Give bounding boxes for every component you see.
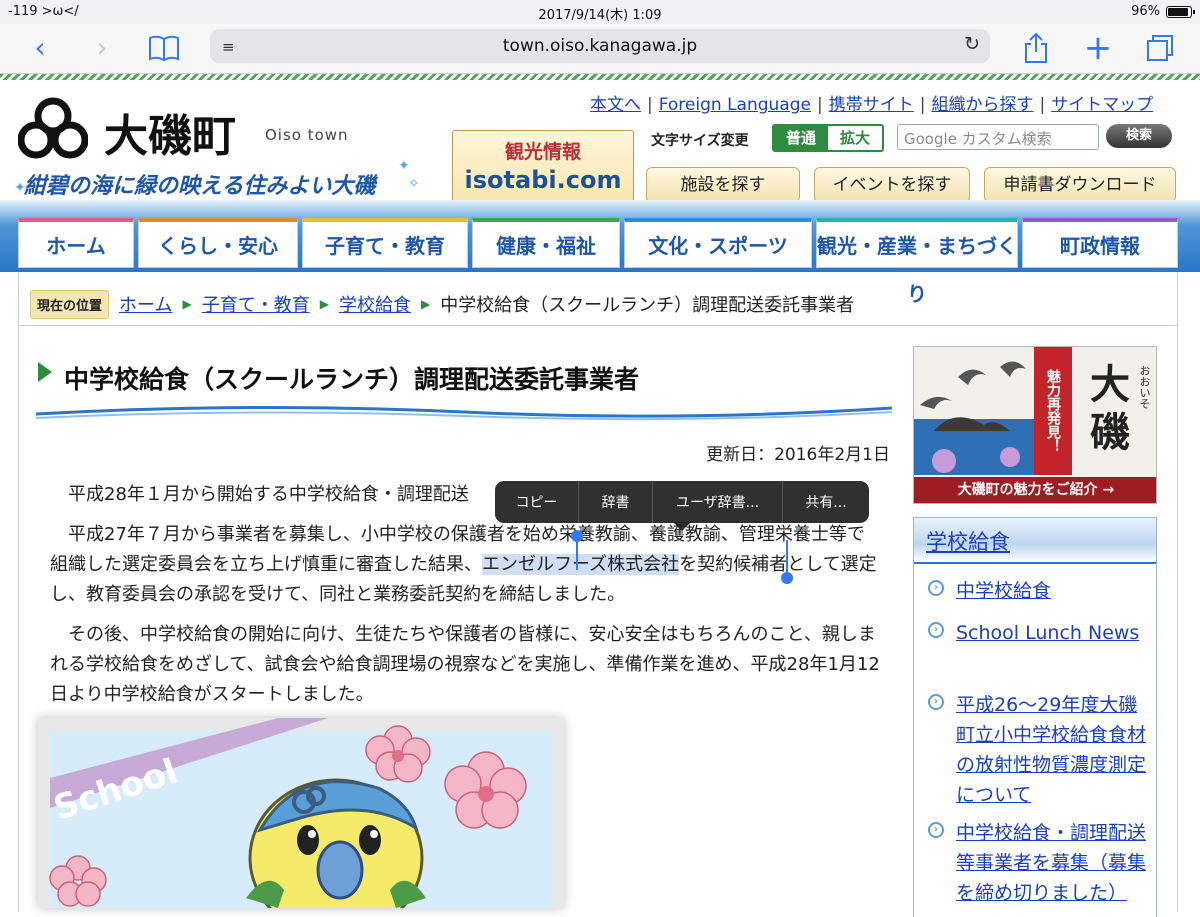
promo-caption: 大磯町の魅力をご紹介 → bbox=[914, 477, 1156, 503]
tabs-icon[interactable] bbox=[1142, 30, 1178, 66]
new-tab-icon[interactable]: + bbox=[1080, 30, 1116, 66]
link-by-organization[interactable]: 組織から探す bbox=[931, 95, 1033, 115]
town-logo-sub: Oiso town bbox=[265, 126, 349, 144]
nav-town-government[interactable]: 町政情報 bbox=[1022, 218, 1178, 268]
tagline: 紺碧の海に緑の映える住みよい大磯 bbox=[24, 174, 376, 199]
title-marker-icon bbox=[38, 362, 52, 382]
updated-date: 更新日：2016年2月1日 bbox=[706, 445, 890, 465]
menu-share[interactable]: 共有... bbox=[783, 481, 869, 523]
selection-start-handle[interactable] bbox=[571, 530, 583, 570]
breadcrumb-label: 現在の位置 bbox=[30, 289, 110, 319]
breadcrumb-arrow-icon: ▶ bbox=[182, 297, 192, 311]
address-bar[interactable]: ≡ town.oiso.kanagawa.jp ↻ bbox=[210, 29, 990, 63]
battery-area: 96% bbox=[1131, 4, 1195, 19]
nav-health-welfare[interactable]: 健康・福祉 bbox=[472, 218, 620, 268]
back-icon[interactable]: ‹ bbox=[22, 30, 58, 66]
page-title: 中学校給食（スクールランチ）調理配送委託事業者 bbox=[64, 365, 640, 394]
chevron-right-icon: › bbox=[928, 622, 944, 638]
browser-toolbar: ‹ › ≡ town.oiso.kanagawa.jp ↻ + bbox=[0, 24, 1200, 74]
breadcrumb-arrow-icon: ▶ bbox=[420, 297, 431, 311]
menu-user-dictionary[interactable]: ユーザ辞書... bbox=[653, 481, 783, 523]
context-menu-arrow bbox=[673, 522, 691, 531]
breadcrumb-current: 中学校給食（スクールランチ）調理配送委託事業者 bbox=[440, 295, 855, 316]
menu-copy[interactable]: コピー bbox=[495, 481, 579, 523]
link-skip-to-content[interactable]: 本文へ bbox=[590, 95, 641, 115]
school-lunch-illustration: School bbox=[38, 718, 564, 908]
divider bbox=[18, 325, 1178, 326]
header-links: 本文へ | Foreign Language | 携帯サイト | 組織から探す | サイトマップ bbox=[590, 95, 1154, 115]
forward-icon[interactable]: › bbox=[84, 30, 120, 66]
nav-living-safety[interactable]: くらし・安心 bbox=[138, 218, 298, 268]
font-size-toggle: 普通 拡大 bbox=[772, 124, 884, 152]
font-size-normal-button[interactable]: 普通 bbox=[774, 126, 828, 150]
font-size-large-button[interactable]: 拡大 bbox=[828, 126, 882, 150]
title-wave-decoration bbox=[36, 405, 892, 421]
reload-icon[interactable]: ↻ bbox=[964, 33, 980, 55]
breadcrumb-school-lunch[interactable]: 学校給食 bbox=[339, 291, 411, 317]
nav-childcare-education[interactable]: 子育て・教育 bbox=[302, 218, 468, 268]
sidebar-section: 学校給食 › 中学校給食 › School Lunch News › 平成26～… bbox=[913, 517, 1157, 917]
sidebar-item-recruitment[interactable]: 中学校給食・調理配送等事業者を募集（募集を締め切りました） bbox=[956, 818, 1152, 908]
nav-culture-sports[interactable]: 文化・スポーツ bbox=[624, 218, 812, 268]
oiso-promo-banner[interactable]: 魅力再発見！ 大磯 おおいそ 大磯町の魅力をご紹介 → bbox=[913, 346, 1157, 504]
promo-ribbon: 魅力再発見！ bbox=[1034, 347, 1072, 475]
link-foreign-language[interactable]: Foreign Language bbox=[659, 95, 811, 115]
bookmarks-icon[interactable] bbox=[146, 30, 182, 66]
sidebar-item-junior-high-lunch[interactable]: 中学校給食 bbox=[956, 576, 1152, 606]
selection-end-handle[interactable] bbox=[781, 540, 793, 584]
global-nav: ホーム くらし・安心 子育て・教育 健康・福祉 文化・スポーツ 観光・産業・まち… bbox=[18, 218, 1178, 306]
sparkle-icon: ✦ bbox=[14, 180, 26, 196]
share-icon[interactable] bbox=[1018, 30, 1054, 66]
selected-text[interactable]: エンゼルフーズ株式会社 bbox=[482, 554, 680, 575]
paragraph-3: その後、中学校給食の開始に向け、生徒たちや保護者の皆様に、安心安全はもちろんのこ… bbox=[50, 624, 880, 705]
nav-tourism-industry[interactable]: 観光・産業・まちづくり bbox=[816, 218, 1018, 306]
battery-percent: 96% bbox=[1131, 4, 1160, 19]
nav-home[interactable]: ホーム bbox=[18, 218, 134, 268]
search-button[interactable]: 検索 bbox=[1106, 124, 1172, 148]
sparkle-icon: ✧ bbox=[408, 176, 420, 192]
find-event-button[interactable]: イベントを探す bbox=[814, 167, 970, 203]
find-facility-button[interactable]: 施設を探す bbox=[646, 167, 800, 203]
url-text: town.oiso.kanagawa.jp bbox=[502, 36, 698, 56]
breadcrumb-home[interactable]: ホーム bbox=[119, 291, 172, 317]
site-search-input[interactable]: Google カスタム検索 bbox=[897, 124, 1099, 150]
town-emblem-icon bbox=[18, 97, 88, 159]
status-datetime: 2017/9/14(木) 1:09 bbox=[538, 8, 662, 23]
menu-dictionary[interactable]: 辞書 bbox=[579, 481, 653, 523]
breadcrumb-childcare[interactable]: 子育て・教育 bbox=[202, 291, 310, 317]
chevron-right-icon: › bbox=[928, 822, 944, 838]
link-sitemap[interactable]: サイトマップ bbox=[1051, 95, 1153, 115]
sidebar-section-header: 学校給食 bbox=[914, 518, 1156, 564]
header-stripe bbox=[0, 74, 1200, 80]
link-mobile-site[interactable]: 携帯サイト bbox=[829, 95, 914, 115]
paragraph-2: 平成27年７月から事業者を募集し、小中学校の保護者を始め栄養教諭、養護教諭、管理… bbox=[50, 520, 880, 610]
sidebar-section-title[interactable]: 学校給食 bbox=[926, 526, 1010, 556]
font-size-label: 文字サイズ変更 bbox=[651, 133, 749, 149]
sidebar-item-school-lunch-news[interactable]: School Lunch News bbox=[956, 618, 1152, 648]
isotabi-logo: isotabi.com bbox=[464, 166, 622, 194]
breadcrumb: 現在の位置 ホーム ▶ 子育て・教育 ▶ 学校給食 ▶ 中学校給食（スクールラン… bbox=[30, 284, 1170, 324]
isotabi-title: 観光情報 bbox=[504, 141, 581, 163]
chevron-right-icon: › bbox=[928, 694, 944, 710]
sparkle-icon: ✦ bbox=[398, 158, 410, 174]
breadcrumb-arrow-icon: ▶ bbox=[319, 297, 329, 311]
download-forms-button[interactable]: 申請書ダウンロード bbox=[984, 167, 1176, 203]
isotabi-banner[interactable]: 観光情報 isotabi.com bbox=[452, 130, 634, 204]
town-logo[interactable]: 大磯町 bbox=[104, 100, 236, 164]
status-bar: -119 >ω</ 2017/9/14(木) 1:09 96% bbox=[0, 0, 1200, 24]
promo-ruby: おおいそ bbox=[1138, 365, 1151, 409]
chevron-right-icon: › bbox=[928, 580, 944, 596]
battery-icon bbox=[1166, 5, 1195, 18]
sidebar-item-radiation-measurement[interactable]: 平成26～29年度大磯町立小中学校給食食材の放射性物質濃度測定について bbox=[956, 690, 1152, 810]
text-context-menu: コピー 辞書 ユーザ辞書... 共有... bbox=[495, 481, 869, 523]
